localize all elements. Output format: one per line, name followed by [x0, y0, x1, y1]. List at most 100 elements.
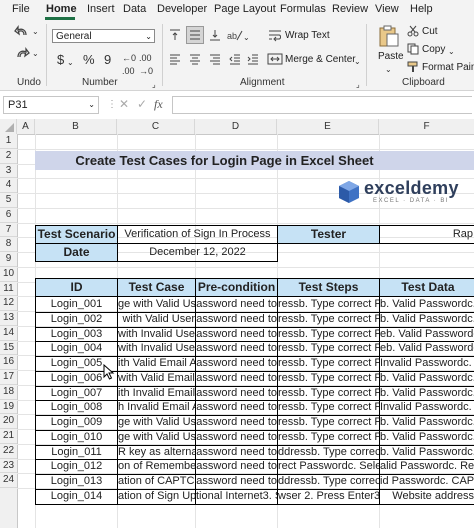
cut-button[interactable]: Cut	[422, 26, 438, 37]
table-cell-id[interactable]: Login_009	[35, 415, 118, 431]
table-cell-test-data[interactable]: b. Valid Passwordc. Butt	[379, 429, 474, 446]
row-header[interactable]: 7	[0, 223, 17, 238]
number-dialog-launcher-icon[interactable]: ⌟	[152, 78, 156, 91]
row-header[interactable]: 10	[0, 267, 17, 282]
tab-page-layout[interactable]: Page Layout	[214, 3, 276, 15]
align-right-icon[interactable]	[208, 52, 222, 66]
table-cell-test-steps[interactable]: ddressb. Type correct Pa	[277, 444, 380, 461]
table-cell-test-data[interactable]: b. Valid Passwordc. ENT	[379, 444, 474, 461]
table-cell-test-case[interactable]: with Invalid Use	[117, 326, 196, 343]
row-header[interactable]: 6	[0, 208, 17, 223]
table-cell-test-case[interactable]: ge with Valid Us	[117, 429, 196, 446]
percent-button[interactable]: %	[83, 53, 95, 66]
table-cell-test-case[interactable]: with Valid Email A	[117, 370, 196, 387]
row-header[interactable]: 24	[0, 473, 17, 488]
paste-dropdown-icon[interactable]: ⌄	[385, 63, 392, 76]
table-cell-test-steps[interactable]: wser 2. Press Enter3. C	[277, 488, 380, 505]
table-cell-pre-condition[interactable]: tional Internet3. S	[195, 488, 278, 505]
row-header[interactable]: 15	[0, 341, 17, 356]
table-cell-pre-condition[interactable]: assword need to	[195, 311, 278, 328]
wrap-text-icon[interactable]	[267, 28, 283, 42]
wrap-text-button[interactable]: Wrap Text	[285, 30, 330, 41]
column-header-c[interactable]: C	[117, 119, 195, 134]
align-bottom-icon[interactable]	[208, 28, 222, 42]
row-header[interactable]: 17	[0, 370, 17, 385]
merge-center-icon[interactable]	[267, 52, 283, 66]
table-cell-test-data[interactable]: b. Valid Passwordc. B	[379, 311, 474, 328]
paste-button[interactable]: Paste	[378, 51, 404, 62]
table-cell-test-data[interactable]: b. Valid Passwordc. B	[379, 297, 474, 313]
row-header[interactable]: 19	[0, 400, 17, 415]
table-cell-pre-condition[interactable]: assword need to	[195, 429, 278, 446]
table-cell-test-case[interactable]: ith Valid Email A	[117, 356, 196, 372]
table-cell-test-steps[interactable]: rect Passwordc. Select	[277, 459, 380, 475]
table-cell-test-case[interactable]: R key as alternat	[117, 444, 196, 461]
undo-dropdown-icon[interactable]: ⌄	[32, 25, 39, 38]
table-cell-id[interactable]: Login_003	[35, 326, 118, 343]
more-options-icon[interactable]: ⋮	[107, 98, 117, 111]
tab-home[interactable]: Home	[46, 3, 77, 15]
table-cell-test-steps[interactable]: ressb. Type correct Pa	[277, 385, 380, 402]
row-header[interactable]: 14	[0, 326, 17, 341]
orientation-dropdown-icon[interactable]: ⌄	[243, 31, 250, 44]
merge-dropdown-icon[interactable]: ⌄	[354, 55, 361, 68]
currency-dropdown-icon[interactable]: ⌄	[67, 56, 74, 69]
row-header[interactable]: 11	[0, 282, 17, 297]
row-header[interactable]: 2	[0, 149, 17, 164]
number-format-dropdown[interactable]: General ⌄	[52, 29, 155, 43]
cancel-icon[interactable]: ✕	[119, 98, 129, 111]
date-value[interactable]: December 12, 2022	[117, 243, 278, 262]
increase-indent-icon[interactable]	[246, 52, 260, 66]
paste-icon[interactable]	[378, 24, 400, 48]
table-cell-id[interactable]: Login_014	[35, 488, 118, 505]
table-cell-test-case[interactable]: with Invalid Use	[117, 341, 196, 357]
row-header[interactable]: 3	[0, 164, 17, 179]
table-cell-test-case[interactable]: h Invalid Email A	[117, 400, 196, 416]
format-painter-icon[interactable]	[407, 61, 419, 73]
cut-icon[interactable]	[407, 25, 419, 37]
table-cell-test-steps[interactable]: ressb. Type correct Pa	[277, 297, 380, 313]
table-cell-test-steps[interactable]: ressb. Type correct Pa	[277, 429, 380, 446]
table-cell-id[interactable]: Login_002	[35, 311, 118, 328]
tab-view[interactable]: View	[375, 3, 399, 15]
align-left-icon[interactable]	[168, 52, 182, 66]
tab-review[interactable]: Review	[332, 3, 368, 15]
table-cell-test-steps[interactable]: ressb. Type correct Pa	[277, 341, 380, 357]
tab-data[interactable]: Data	[123, 3, 146, 15]
row-header[interactable]: 22	[0, 444, 17, 459]
test-scenario-value[interactable]: Verification of Sign In Process	[117, 225, 278, 244]
table-cell-pre-condition[interactable]: assword need to	[195, 415, 278, 431]
row-header[interactable]: 21	[0, 429, 17, 444]
undo-icon[interactable]	[14, 24, 30, 38]
table-cell-id[interactable]: Login_001	[35, 297, 118, 313]
tester-value[interactable]: Rap	[379, 225, 474, 244]
row-header[interactable]: 9	[0, 252, 17, 267]
orientation-icon[interactable]: ab	[226, 28, 244, 42]
row-header[interactable]: 12	[0, 296, 17, 311]
table-cell-pre-condition[interactable]: assword need to	[195, 370, 278, 387]
row-header[interactable]: 18	[0, 385, 17, 400]
tab-file[interactable]: File	[12, 3, 30, 15]
table-cell-pre-condition[interactable]: assword need to	[195, 459, 278, 475]
row-header[interactable]: 4	[0, 178, 17, 193]
insert-function-icon[interactable]: fx	[154, 98, 163, 111]
table-cell-test-case[interactable]: ith Invalid Email	[117, 385, 196, 402]
table-cell-test-data[interactable]: Website address	[379, 488, 474, 505]
decrease-decimal-icon[interactable]: .00 →0	[139, 52, 153, 78]
table-cell-test-data[interactable]: b. Valid Passwordc. B	[379, 415, 474, 431]
decrease-indent-icon[interactable]	[228, 52, 242, 66]
table-cell-test-data[interactable]: Invalid Passwordc. B	[379, 400, 474, 416]
table-cell-id[interactable]: Login_011	[35, 444, 118, 461]
table-cell-pre-condition[interactable]: assword need to	[195, 474, 278, 490]
copy-icon[interactable]	[407, 43, 419, 55]
copy-dropdown-icon[interactable]: ⌄	[448, 45, 455, 58]
table-cell-test-data[interactable]: b. Valid Passwordc. B	[379, 385, 474, 402]
row-header[interactable]: 23	[0, 459, 17, 474]
table-cell-pre-condition[interactable]: assword need to	[195, 356, 278, 372]
table-cell-pre-condition[interactable]: assword need to	[195, 385, 278, 402]
row-header[interactable]: 20	[0, 414, 17, 429]
table-cell-test-case[interactable]: ation of Sign Up	[117, 488, 196, 505]
tab-insert[interactable]: Insert	[87, 3, 115, 15]
column-header-e[interactable]: E	[277, 119, 379, 134]
copy-button[interactable]: Copy	[422, 44, 445, 55]
